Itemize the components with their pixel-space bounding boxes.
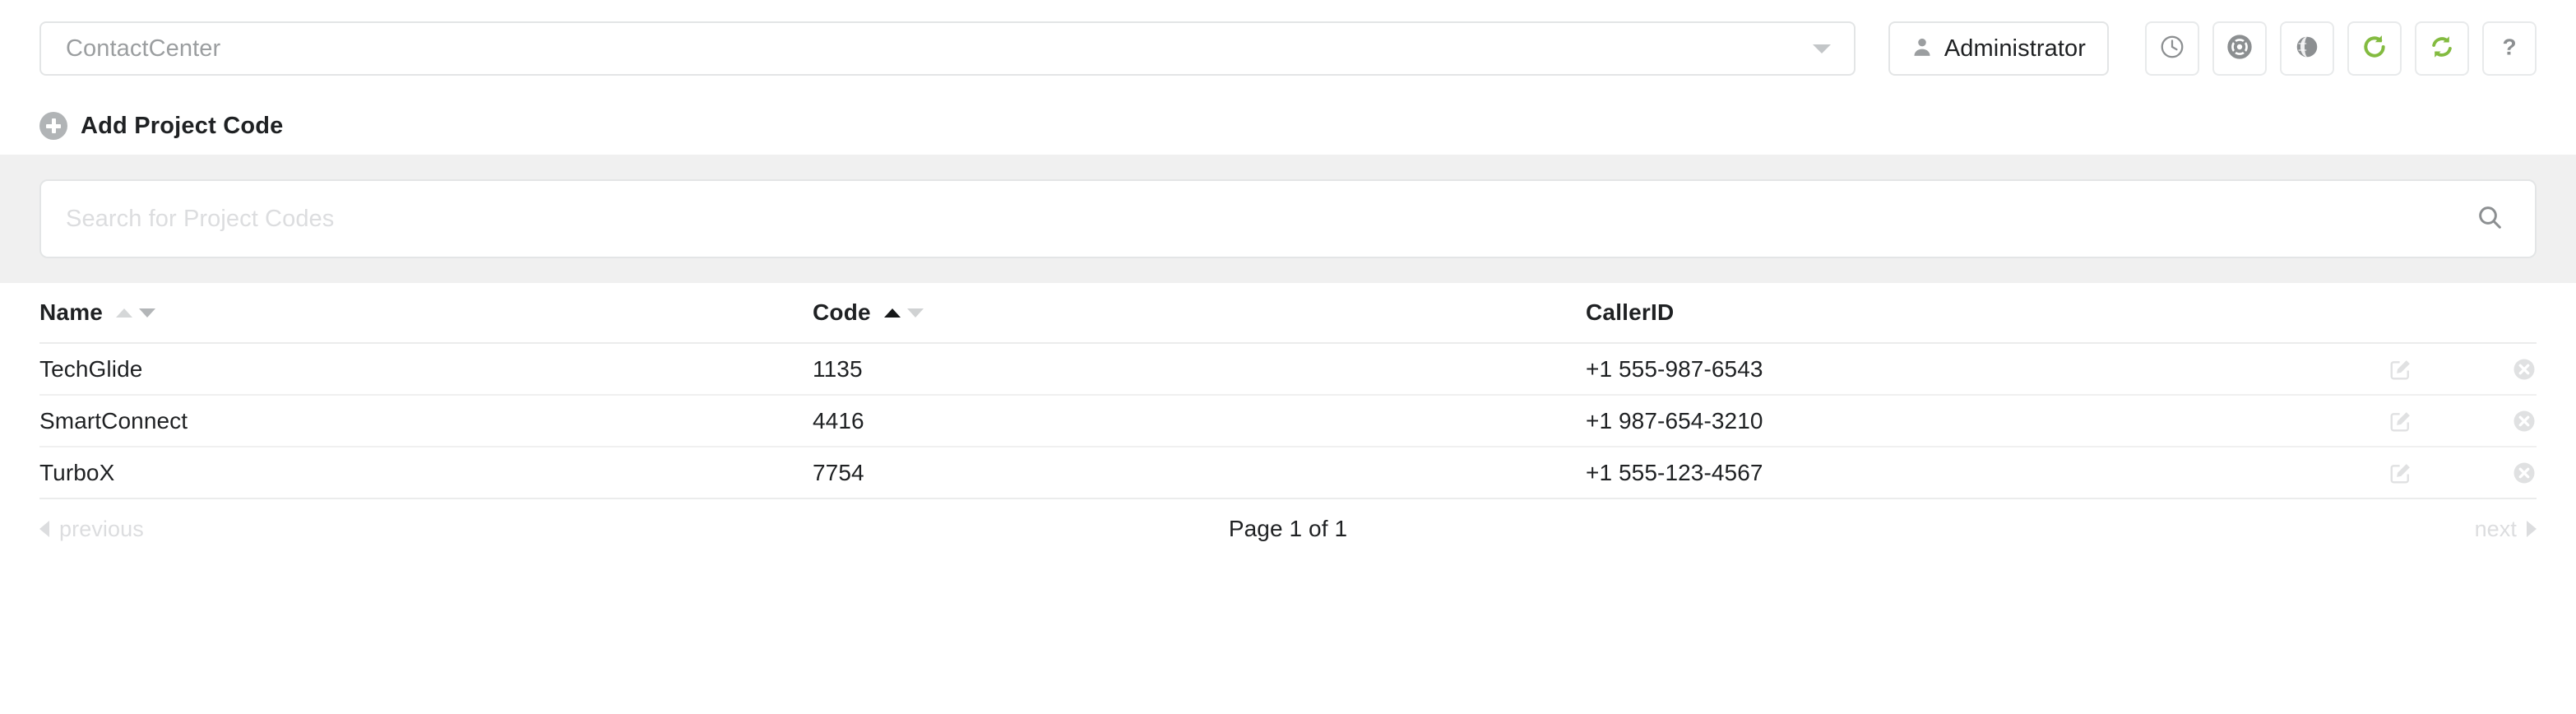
pagination: previous Page 1 of 1 next: [0, 499, 2576, 559]
chevron-left-icon: [39, 521, 49, 537]
cell-code: 4416: [813, 407, 864, 434]
previous-page-label: previous: [59, 516, 144, 541]
cell-name: SmartConnect: [39, 407, 188, 434]
row-actions: [2388, 357, 2537, 382]
globe-icon-button[interactable]: [2280, 21, 2334, 76]
plus-circle-icon: [39, 112, 67, 140]
svg-text:?: ?: [2502, 34, 2516, 59]
add-row: Add Project Code: [0, 97, 2576, 155]
sort-ascending-icon-code[interactable]: [883, 308, 901, 318]
sort-descending-icon-name[interactable]: [139, 308, 156, 318]
context-select-value: ContactCenter: [66, 35, 221, 62]
column-header-code[interactable]: Code: [813, 299, 1586, 326]
user-icon: [1911, 35, 1933, 63]
table-row[interactable]: TurboX 7754 +1 555-123-4567: [39, 447, 2537, 499]
search-band: Search for Project Codes: [0, 155, 2576, 283]
search-input[interactable]: Search for Project Codes: [39, 179, 2537, 258]
project-codes-table: Name Code CallerID TechGlide 1135 +1 555…: [0, 283, 2576, 499]
table-header-row: Name Code CallerID: [39, 283, 2537, 344]
refresh-icon: [2361, 34, 2388, 64]
administrator-label: Administrator: [1944, 35, 2086, 62]
cell-callerid: +1 987-654-3210: [1586, 407, 1763, 434]
sort-controls-code: [883, 308, 924, 318]
project-codes-page: ContactCenter Administrator ? Add Projec…: [0, 0, 2576, 714]
question-icon: ?: [2496, 34, 2523, 64]
refresh-icon-button[interactable]: [2347, 21, 2402, 76]
lifebuoy-icon: [2226, 34, 2253, 64]
clock-icon: [2159, 34, 2185, 64]
delete-icon[interactable]: [2512, 461, 2537, 485]
delete-icon[interactable]: [2512, 409, 2537, 434]
edit-icon[interactable]: [2388, 357, 2413, 382]
lifebuoy-icon-button[interactable]: [2212, 21, 2267, 76]
chevron-down-icon: [1812, 44, 1831, 53]
column-header-callerid-label: CallerID: [1586, 299, 1675, 325]
table-row[interactable]: TechGlide 1135 +1 555-987-6543: [39, 344, 2537, 396]
edit-icon[interactable]: [2388, 409, 2413, 434]
add-project-code-label: Add Project Code: [81, 112, 284, 139]
sync-icon: [2429, 34, 2455, 64]
table-row[interactable]: SmartConnect 4416 +1 987-654-3210: [39, 396, 2537, 447]
cell-code: 7754: [813, 459, 864, 485]
search-icon[interactable]: [2476, 203, 2504, 235]
chevron-right-icon: [2527, 521, 2537, 537]
delete-icon[interactable]: [2512, 357, 2537, 382]
next-page-button[interactable]: next: [2475, 517, 2537, 542]
sort-controls-name: [116, 308, 156, 318]
clock-icon-button[interactable]: [2145, 21, 2199, 76]
cell-callerid: +1 555-123-4567: [1586, 459, 1763, 485]
add-project-code-button[interactable]: Add Project Code: [39, 112, 284, 140]
cell-name: TechGlide: [39, 355, 143, 382]
question-icon-button[interactable]: ?: [2482, 21, 2537, 76]
column-header-code-label: Code: [813, 299, 871, 325]
administrator-button[interactable]: Administrator: [1888, 21, 2109, 76]
cell-code: 1135: [813, 355, 863, 382]
previous-page-button[interactable]: previous: [39, 517, 144, 542]
edit-icon[interactable]: [2388, 461, 2413, 485]
column-header-name[interactable]: Name: [39, 299, 813, 326]
column-header-callerid: CallerID: [1586, 299, 2388, 326]
page-info: Page 1 of 1: [1228, 516, 1348, 541]
column-header-name-label: Name: [39, 299, 104, 325]
sort-descending-icon-code[interactable]: [906, 308, 924, 318]
next-page-label: next: [2474, 516, 2517, 541]
globe-icon: [2294, 34, 2320, 64]
sort-ascending-icon-name[interactable]: [116, 308, 133, 318]
context-select[interactable]: ContactCenter: [39, 21, 1856, 76]
row-actions: [2388, 461, 2537, 485]
toolbar-icon-group: ?: [2145, 21, 2537, 76]
row-actions: [2388, 409, 2537, 434]
sync-icon-button[interactable]: [2415, 21, 2469, 76]
top-bar: ContactCenter Administrator ?: [0, 0, 2576, 97]
search-placeholder: Search for Project Codes: [66, 205, 335, 232]
cell-callerid: +1 555-987-6543: [1586, 355, 1763, 382]
cell-name: TurboX: [39, 459, 115, 485]
